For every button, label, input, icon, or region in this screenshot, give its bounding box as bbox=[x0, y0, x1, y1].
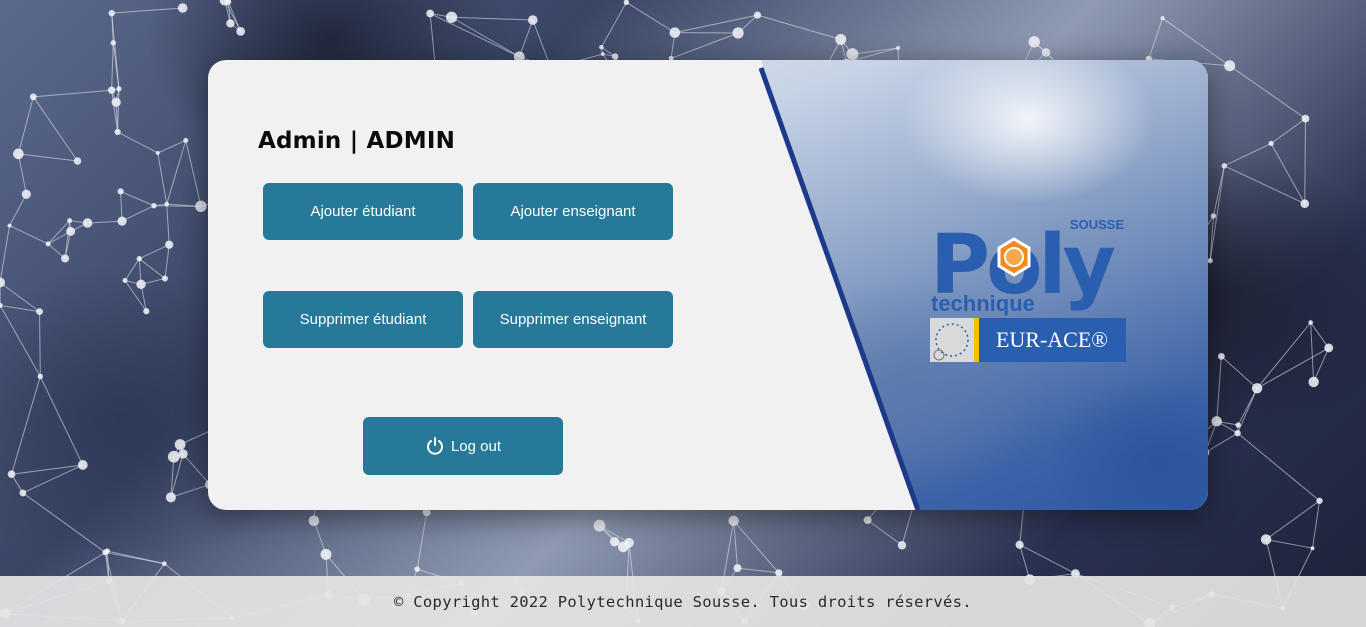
footer: © Copyright 2022 Polytechnique Sousse. T… bbox=[0, 576, 1366, 627]
add-student-button[interactable]: Ajouter étudiant bbox=[263, 183, 463, 240]
polytechnique-logo: SOUSSE Poly technique EUR-ACE® bbox=[930, 217, 1126, 362]
power-icon bbox=[425, 436, 445, 456]
eur-ace-text: EUR-ACE® bbox=[996, 327, 1108, 352]
page-title: Admin | ADMIN bbox=[258, 128, 456, 154]
delete-student-button[interactable]: Supprimer étudiant bbox=[263, 291, 463, 348]
logout-label: Log out bbox=[450, 437, 502, 455]
copyright-text: © Copyright 2022 Polytechnique Sousse. T… bbox=[394, 592, 972, 611]
delete-teacher-button[interactable]: Supprimer enseignant bbox=[473, 291, 673, 348]
admin-card: Admin | ADMIN Ajouter étudiant Ajouter e… bbox=[208, 60, 1208, 510]
logo-hexagon-icon bbox=[997, 237, 1031, 277]
logout-button[interactable]: Log out bbox=[363, 417, 563, 475]
eur-ace-badge: EUR-ACE® bbox=[930, 318, 1126, 362]
add-teacher-button[interactable]: Ajouter enseignant bbox=[473, 183, 673, 240]
logo-subtitle-text: technique bbox=[931, 291, 1035, 316]
